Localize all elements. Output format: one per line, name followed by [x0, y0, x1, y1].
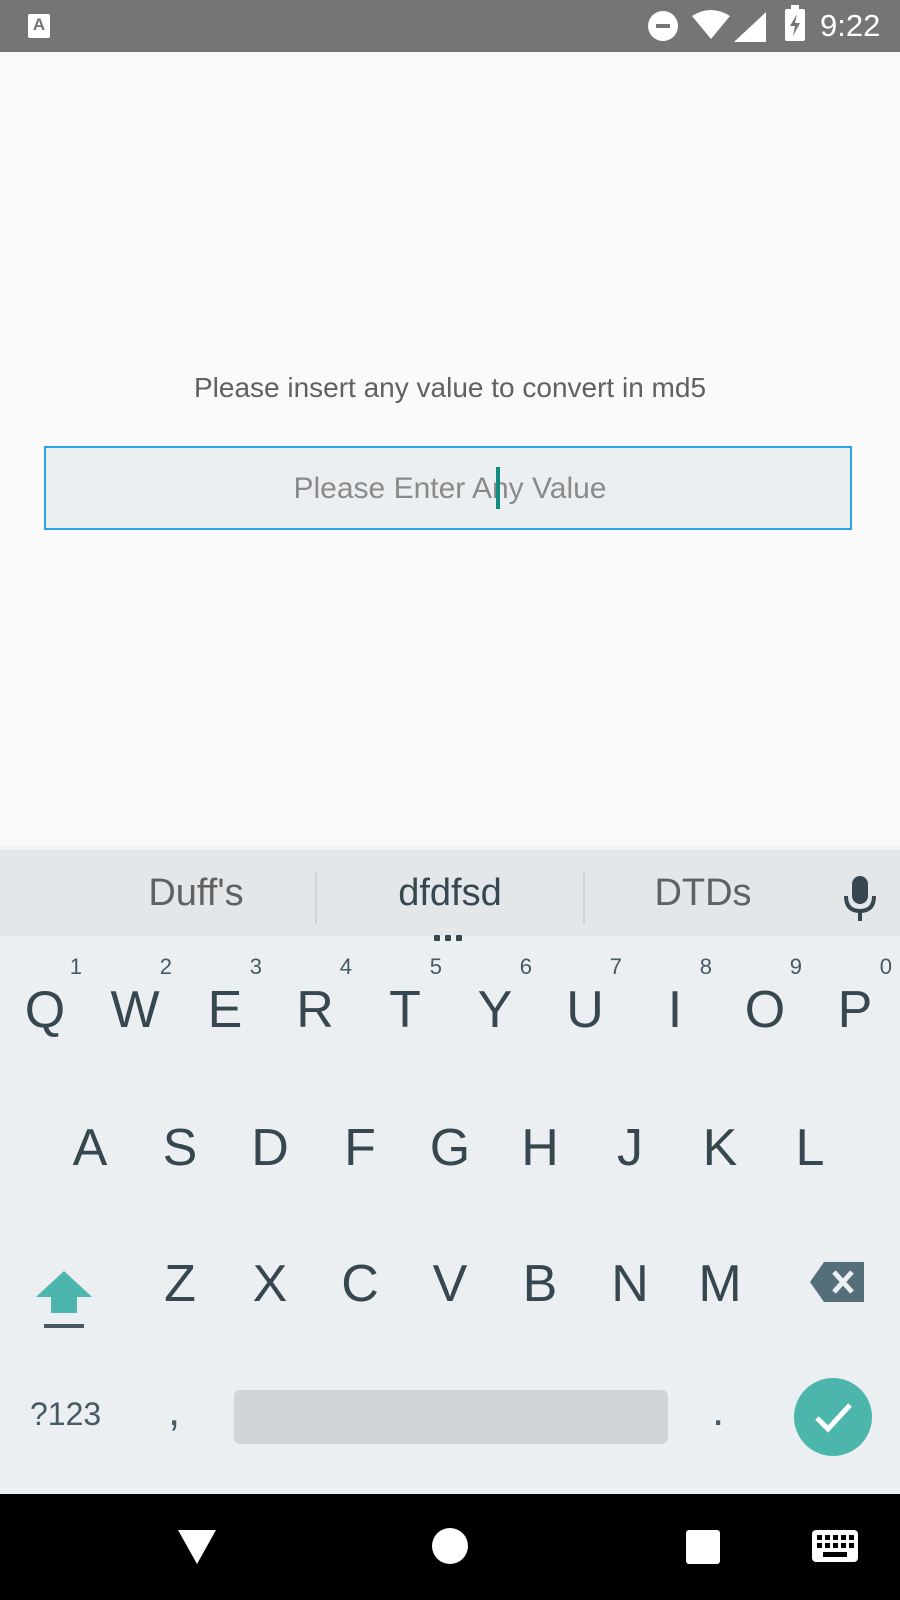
suggestion-divider	[583, 872, 585, 924]
symbols-key[interactable]: ?123	[30, 1396, 101, 1433]
more-suggestions-icon[interactable]	[434, 928, 468, 941]
key-a[interactable]: A	[45, 1080, 135, 1210]
key-q[interactable]: Q 1	[0, 936, 90, 1066]
cell-signal-icon	[734, 12, 766, 42]
key-label: Y	[477, 981, 513, 1039]
key-b[interactable]: B	[495, 1216, 585, 1346]
key-label: F	[344, 1119, 376, 1177]
key-z[interactable]: Z	[135, 1216, 225, 1346]
key-w[interactable]: W 2	[90, 936, 180, 1066]
key-hint: 6	[519, 954, 532, 979]
key-u[interactable]: U 7	[540, 936, 630, 1066]
suggestion-right[interactable]: DTDs	[603, 872, 803, 915]
status-bar: A 9:22	[0, 0, 900, 52]
do-not-disturb-icon	[648, 11, 678, 41]
shift-lock-indicator	[44, 1324, 84, 1328]
key-label: I	[667, 981, 683, 1039]
key-m[interactable]: M	[675, 1216, 765, 1346]
key-label: T	[389, 981, 421, 1039]
key-s[interactable]: S	[135, 1080, 225, 1210]
key-label: S	[162, 1119, 198, 1177]
key-hint: 8	[699, 954, 712, 979]
key-hint: 1	[69, 954, 82, 979]
key-label: N	[611, 1255, 649, 1313]
key-label: J	[617, 1119, 643, 1177]
key-label: V	[432, 1255, 468, 1313]
space-bar[interactable]	[234, 1390, 668, 1444]
key-label: L	[795, 1119, 825, 1177]
key-n[interactable]: N	[585, 1216, 675, 1346]
key-f[interactable]: F	[315, 1080, 405, 1210]
key-hint: 9	[789, 954, 802, 979]
text-cursor	[496, 467, 500, 509]
keyboard-switch-icon[interactable]	[812, 1530, 858, 1562]
key-label: W	[110, 981, 160, 1039]
done-key[interactable]	[794, 1378, 872, 1456]
key-c[interactable]: C	[315, 1216, 405, 1346]
text-app-icon: A	[28, 14, 50, 38]
key-h[interactable]: H	[495, 1080, 585, 1210]
key-label: K	[702, 1119, 738, 1177]
key-hint: 3	[249, 954, 262, 979]
comma-key[interactable]: ,	[168, 1386, 180, 1436]
charging-bolt-icon	[790, 14, 800, 36]
recents-icon[interactable]	[686, 1530, 720, 1564]
key-g[interactable]: G	[405, 1080, 495, 1210]
key-x[interactable]: X	[225, 1216, 315, 1346]
suggestion-divider	[315, 872, 317, 924]
status-clock: 9:22	[820, 8, 881, 43]
key-v[interactable]: V	[405, 1216, 495, 1346]
key-label: X	[252, 1255, 288, 1313]
key-t[interactable]: T 5	[360, 936, 450, 1066]
microphone-icon[interactable]	[843, 876, 877, 922]
wifi-icon	[692, 10, 730, 39]
key-j[interactable]: J	[585, 1080, 675, 1210]
key-label: C	[341, 1255, 379, 1313]
back-icon[interactable]	[178, 1530, 216, 1564]
key-y[interactable]: Y 6	[450, 936, 540, 1066]
key-hint: 2	[159, 954, 172, 979]
md5-prompt-label: Please insert any value to convert in md…	[193, 372, 707, 403]
suggestion-center[interactable]: dfdfsd	[330, 872, 570, 915]
key-label: P	[837, 981, 873, 1039]
key-label: Q	[24, 981, 66, 1039]
key-label: M	[698, 1255, 742, 1313]
key-label: E	[207, 981, 243, 1039]
key-hint: 5	[429, 954, 442, 979]
key-hint: 0	[879, 954, 892, 979]
key-hint: 4	[339, 954, 352, 979]
key-k[interactable]: K	[675, 1080, 765, 1210]
checkmark-icon	[815, 1403, 852, 1433]
key-label: B	[522, 1255, 558, 1313]
key-label: U	[566, 981, 604, 1039]
backspace-icon[interactable]	[810, 1262, 864, 1302]
suggestion-strip: Duff's dfdfsd DTDs	[0, 846, 900, 941]
key-r[interactable]: R 4	[270, 936, 360, 1066]
key-d[interactable]: D	[225, 1080, 315, 1210]
key-o[interactable]: O 9	[720, 936, 810, 1066]
suggestion-left[interactable]: Duff's	[96, 872, 296, 915]
value-input[interactable]	[46, 448, 854, 530]
key-i[interactable]: I 8	[630, 936, 720, 1066]
key-label: R	[296, 981, 334, 1039]
key-label: A	[72, 1119, 108, 1177]
key-label: G	[429, 1119, 471, 1177]
key-p[interactable]: P 0	[810, 936, 900, 1066]
home-icon[interactable]	[432, 1528, 468, 1564]
period-key[interactable]: .	[712, 1386, 724, 1436]
key-label: H	[521, 1119, 559, 1177]
key-l[interactable]: L	[765, 1080, 855, 1210]
value-input-container[interactable]	[44, 446, 854, 530]
key-label: D	[251, 1119, 289, 1177]
key-hint: 7	[609, 954, 622, 979]
navigation-bar	[0, 1494, 900, 1600]
key-e[interactable]: E 3	[180, 936, 270, 1066]
key-label: O	[744, 981, 786, 1039]
key-label: Z	[164, 1255, 196, 1313]
soft-keyboard: Duff's dfdfsd DTDs Q 1 W 2 E 3 R 4 T 5 Y…	[0, 846, 900, 1494]
